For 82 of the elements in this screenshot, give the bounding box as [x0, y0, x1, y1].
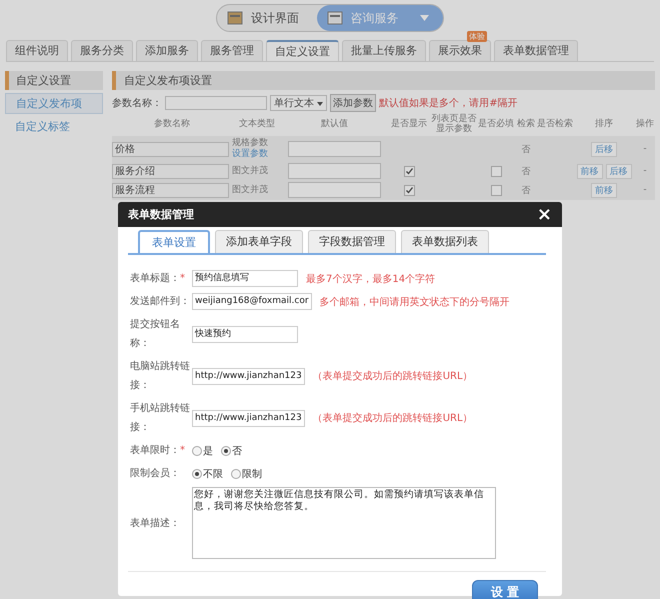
column-header: 排序: [594, 118, 614, 131]
column-header: 是否必填: [477, 118, 515, 131]
tab[interactable]: 表单数据管理: [494, 40, 578, 61]
hint-text: 默认值如果是多个，请用#隔开: [379, 96, 518, 110]
window-icon: [326, 10, 343, 26]
column-header: 默认值: [320, 118, 349, 131]
column-header: 检索: [516, 118, 536, 131]
column-header: 参数名称: [153, 118, 191, 131]
hint-text: （表单提交成功后的跳转链接URL）: [312, 370, 473, 383]
column-header: 是否显示: [390, 118, 428, 131]
table-cell-text: 否: [520, 144, 532, 156]
submit-button[interactable]: 设 置: [472, 580, 538, 599]
add-button[interactable]: 添加参数: [330, 94, 376, 112]
field-label: 电脑站跳转链接：: [130, 360, 190, 393]
tab[interactable]: 添加表单字段: [215, 230, 303, 253]
caret-icon[interactable]: [317, 102, 324, 106]
table-cell-text: 否: [520, 166, 532, 178]
field-label: 表单描述：: [130, 516, 181, 530]
dialog-title: 表单数据管理: [128, 207, 194, 222]
radio-icon[interactable]: [192, 446, 202, 456]
field-label: 发送邮件到：: [130, 294, 190, 309]
type-text: 图文并茂: [232, 184, 269, 196]
radio-icon[interactable]: [192, 468, 202, 478]
name-field[interactable]: 服务流程: [112, 182, 229, 198]
field-label: 手机站跳转链接：: [130, 402, 190, 435]
checkbox[interactable]: [490, 184, 502, 196]
field-label: 表单限时：*: [130, 444, 186, 458]
tab[interactable]: 添加服务: [136, 40, 198, 61]
tab[interactable]: 批量上传服务: [342, 40, 426, 61]
field-label: 限制会员：: [130, 466, 181, 481]
table-cell-text: 否: [520, 184, 532, 196]
hint-text: 多个邮箱，中间请用英文状态下的分号隔开: [320, 296, 510, 308]
tab[interactable]: 自定义设置: [266, 40, 339, 61]
field-label: 提交按钮名称：: [130, 318, 181, 351]
tab[interactable]: 服务分类: [71, 40, 133, 61]
radio-option[interactable]: 是: [192, 444, 213, 458]
panel-title: 自定义发布项设置: [112, 71, 655, 90]
hint-text: （表单提交成功后的跳转链接URL）: [312, 412, 473, 425]
hint-text: 最多7个汉字，最多14个字符: [306, 272, 436, 286]
table-cell-text: -: [642, 144, 648, 154]
tab[interactable]: 字段数据管理: [308, 230, 396, 253]
tab[interactable]: 展示效果: [429, 40, 491, 61]
tab[interactable]: 表单数据列表: [401, 230, 489, 253]
radio-option[interactable]: 不限: [192, 466, 223, 480]
input-field[interactable]: weijiang168@foxmail.cor: [192, 293, 312, 310]
column-header: 文本类型: [238, 118, 276, 131]
input-field[interactable]: 预约信息填写: [192, 270, 298, 287]
type-text: 规格参数: [232, 138, 269, 148]
column-header: 列表页是否显示参数: [431, 112, 477, 136]
name-field[interactable]: 价格: [112, 142, 229, 156]
field-label: 参数名称：: [112, 96, 162, 110]
input-field[interactable]: http://www.jianzhan123: [192, 410, 305, 426]
checkbox[interactable]: [490, 166, 502, 176]
sidebar-heading: 自定义设置: [5, 71, 103, 90]
default-field[interactable]: [288, 163, 381, 179]
tab[interactable]: 组件说明: [6, 40, 68, 61]
input-field[interactable]: 快速预约: [192, 326, 298, 342]
input-field[interactable]: http://www.jianzhan123: [192, 368, 305, 384]
name-field[interactable]: 服务介绍: [112, 164, 229, 178]
checkbox[interactable]: [404, 166, 414, 176]
column-header: 是否检索: [537, 118, 573, 131]
close-button[interactable]: ×: [536, 204, 552, 225]
type-select[interactable]: 单行文本: [270, 95, 328, 111]
mode-option[interactable]: 设计界面: [217, 5, 317, 31]
badge: 体验: [467, 31, 487, 42]
checkbox[interactable]: [404, 184, 414, 196]
radio-option[interactable]: 限制: [231, 466, 262, 480]
radio-option[interactable]: 否: [221, 444, 242, 458]
input-field[interactable]: [165, 96, 267, 110]
description-field[interactable]: 您好，谢谢您关注微匠信息技有限公司。如需预约请填写该表单信息，我司将尽快给您答复。: [192, 487, 496, 559]
board-icon: [227, 10, 243, 26]
type-text: 图文并茂: [232, 166, 269, 176]
field-label: 表单标题：*: [130, 272, 186, 286]
radio-icon[interactable]: [231, 468, 241, 478]
default-field[interactable]: [288, 182, 381, 198]
column-header: 操作: [635, 118, 655, 131]
table-cell-text: -: [642, 185, 648, 195]
tab[interactable]: 服务管理: [201, 40, 263, 61]
table-cell-text: -: [642, 166, 648, 176]
default-field[interactable]: [288, 141, 381, 157]
tab[interactable]: 表单设置: [138, 230, 210, 253]
radio-icon[interactable]: [221, 446, 231, 456]
